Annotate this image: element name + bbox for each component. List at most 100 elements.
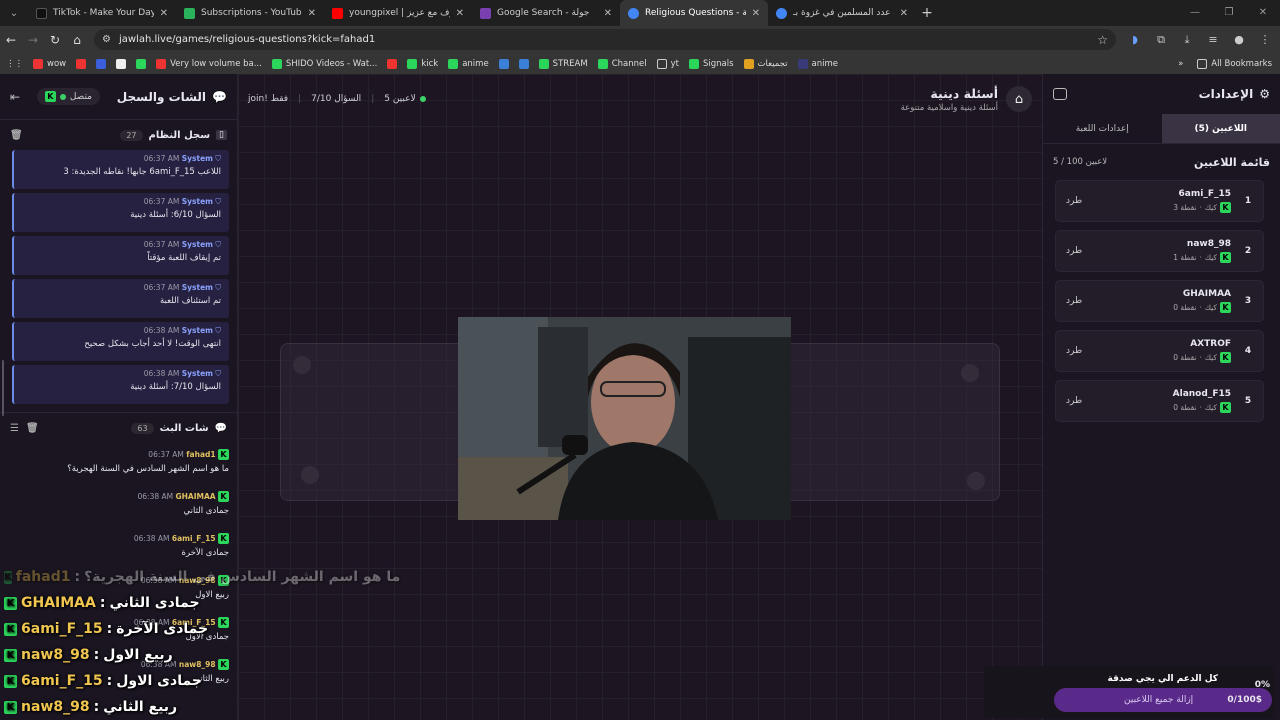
game-area: join! فقط | السؤال 7/10 | 5 لاعبين أسئلة… — [238, 74, 1042, 720]
close-icon[interactable]: ✕ — [900, 8, 908, 19]
media-icon[interactable]: ≡ — [1200, 33, 1226, 47]
status-dot-icon — [59, 93, 66, 100]
minimize-icon[interactable]: — — [1178, 0, 1212, 26]
bookmark-item[interactable]: wow — [33, 58, 66, 69]
bookmark-star-icon[interactable]: ☆ — [1097, 33, 1108, 47]
system-message: 06:37 AM System ⛉ تم استئناف اللعبة — [12, 279, 229, 318]
collapse-panel-icon[interactable]: ⇤ — [10, 90, 20, 104]
browser-tab[interactable]: Subscriptions - YouTube ✕ — [176, 0, 324, 26]
bookmark-item[interactable] — [136, 58, 147, 69]
back-icon[interactable]: ← — [0, 33, 22, 47]
player-meta: 0 نقطة · كيك K — [1173, 302, 1231, 313]
bookmark-item[interactable] — [76, 58, 87, 69]
page: ⇤ K متصل الشات والسجل 💬 🗑 27 سجل النظام … — [0, 74, 1280, 720]
bookmark-item[interactable] — [387, 58, 398, 69]
url-bar[interactable]: ⚙ jawlah.live/games/religious-questions?… — [94, 29, 1116, 50]
system-log-title-wrap: 27 سجل النظام ▯ — [114, 129, 227, 141]
gear-icon: ⚙ — [1259, 87, 1270, 101]
tab-players[interactable]: اللاعبين (5) — [1161, 114, 1280, 143]
player-platform: كيك — [1204, 253, 1217, 262]
settings-header: الإعدادات ⚙ — [1043, 74, 1280, 114]
players-count: 5 / 100 لاعبين — [1053, 157, 1108, 167]
shield-icon: ⛉ — [215, 240, 221, 249]
trash-icon[interactable]: 🗑 — [26, 423, 39, 434]
site-info-icon[interactable]: ⚙ — [102, 34, 111, 45]
url-text[interactable]: jawlah.live/games/religious-questions?ki… — [119, 34, 1089, 45]
settings-tabs: إعدادات اللعبة اللاعبين (5) — [1043, 114, 1280, 144]
close-icon[interactable]: ✕ — [456, 8, 464, 19]
bookmark-item[interactable]: anime — [448, 58, 489, 69]
home-icon[interactable]: ⌂ — [66, 33, 88, 47]
overlay-colon: : — [106, 673, 113, 689]
overlay-colon: : — [106, 621, 113, 637]
bookmark-item[interactable]: STREAM — [538, 58, 588, 69]
kick-player-button[interactable]: طرد — [1066, 246, 1082, 256]
bookmarks-bar: ⋮⋮ wow Very low volume ba... SHIDO Video… — [0, 53, 1280, 74]
maximize-icon[interactable]: ❐ — [1212, 0, 1246, 26]
extension-icon[interactable]: ◗ — [1122, 33, 1148, 47]
bookmark-item[interactable]: Signals — [688, 58, 734, 69]
bookmark-label: kick — [421, 58, 439, 69]
bookmark-item[interactable]: anime — [797, 58, 838, 69]
bookmark-item[interactable]: Channel — [597, 58, 647, 69]
message-meta: 06:38 AM System ⛉ — [22, 369, 221, 379]
all-bookmarks-folder[interactable]: All Bookmarks — [1197, 58, 1272, 69]
bookmark-item[interactable] — [116, 58, 127, 69]
tab-search-button[interactable]: ⌄ — [0, 0, 28, 26]
browser-tab[interactable]: TikTok - Make Your Day ✕ — [28, 0, 176, 26]
scrollbar[interactable] — [2, 360, 4, 416]
kick-player-button[interactable]: طرد — [1066, 346, 1082, 356]
message-text: السؤال 6/10: أسئلة دينية — [130, 210, 221, 220]
apps-icon[interactable]: ⋮⋮ — [6, 59, 23, 69]
sheets-icon — [184, 7, 195, 19]
browser-tab[interactable]: Google Search - جولة ✕ — [472, 0, 620, 26]
bookmark-item[interactable]: تجميعات — [743, 58, 788, 69]
close-window-icon[interactable]: ✕ — [1246, 0, 1280, 26]
downloads-icon[interactable]: ⤓ — [1174, 33, 1200, 47]
kick-player-button[interactable]: طرد — [1066, 396, 1082, 406]
message-time: 06:38 AM — [133, 534, 170, 543]
overlay-text: جمادى الاول — [116, 673, 202, 689]
youtube-icon — [332, 7, 343, 19]
close-icon[interactable]: ✕ — [604, 8, 612, 19]
message-text: تم استئناف اللعبة — [160, 296, 221, 306]
system-log-list[interactable]: 06:37 AM System ⛉ اللاعب 6ami_F_15 جابها… — [0, 150, 237, 406]
menu-icon[interactable]: ⋮ — [1252, 33, 1278, 47]
kick-icon: K — [4, 674, 17, 688]
bookmark-folder[interactable]: yt — [656, 58, 679, 69]
player-meta: 1 نقطة · كيك K — [1173, 252, 1231, 263]
bookmark-item[interactable]: Very low volume ba... — [156, 58, 262, 69]
browser-tab-active[interactable]: Religious Questions - أسئلة دينية ✕ — [620, 0, 768, 26]
browser-tab[interactable]: كم كان عدد المسلمين في غزوة بـ ✕ — [768, 0, 916, 26]
reload-icon[interactable]: ↻ — [44, 33, 66, 47]
bookmark-item[interactable]: kick — [407, 58, 439, 69]
tab-game-settings[interactable]: إعدادات اللعبة — [1043, 114, 1162, 143]
bookmark-item[interactable] — [498, 58, 509, 69]
player-rank: 5 — [1244, 396, 1252, 406]
home-button[interactable]: ⌂ — [1006, 86, 1032, 112]
filter-icon[interactable]: ☰ — [10, 423, 19, 434]
settings-panel: الإعدادات ⚙ إعدادات اللعبة اللاعبين (5) … — [1042, 74, 1280, 720]
player-points: 0 نقطة — [1173, 303, 1197, 312]
bookmark-item[interactable]: SHIDO Videos - Wat... — [271, 58, 377, 69]
extensions-puzzle-icon[interactable]: ⧉ — [1148, 33, 1174, 47]
bookmark-item[interactable] — [96, 58, 107, 69]
close-icon[interactable]: ✕ — [752, 8, 760, 19]
message-text: السؤال 7/10: أسئلة دينية — [130, 382, 221, 392]
game-title-wrap: أسئلة دينية أسئلة دينية واسلامية متنوعة … — [901, 86, 1032, 113]
new-tab-button[interactable]: + — [916, 5, 938, 21]
player-meta: 0 نقطة · كيك K — [1173, 402, 1231, 413]
avatar[interactable]: ● — [1226, 33, 1252, 47]
close-icon[interactable]: ✕ — [308, 8, 316, 19]
trash-icon[interactable]: 🗑 — [10, 130, 23, 141]
overlay-text: ما هو اسم الشهر السادس في السنة الهجرية؟ — [84, 569, 401, 585]
more-bookmarks-icon[interactable]: » — [1178, 59, 1183, 69]
collapse-panel-icon[interactable] — [1053, 88, 1067, 100]
kick-player-button[interactable]: طرد — [1066, 196, 1082, 206]
kick-player-button[interactable]: طرد — [1066, 296, 1082, 306]
player-meta: 3 نقطة · كيك K — [1173, 202, 1231, 213]
forward-icon[interactable]: → — [22, 33, 44, 47]
close-icon[interactable]: ✕ — [160, 8, 168, 19]
bookmark-item[interactable] — [518, 58, 529, 69]
browser-tab[interactable]: youngpixel | لعبة حروف مع عزيز ✕ — [324, 0, 472, 26]
